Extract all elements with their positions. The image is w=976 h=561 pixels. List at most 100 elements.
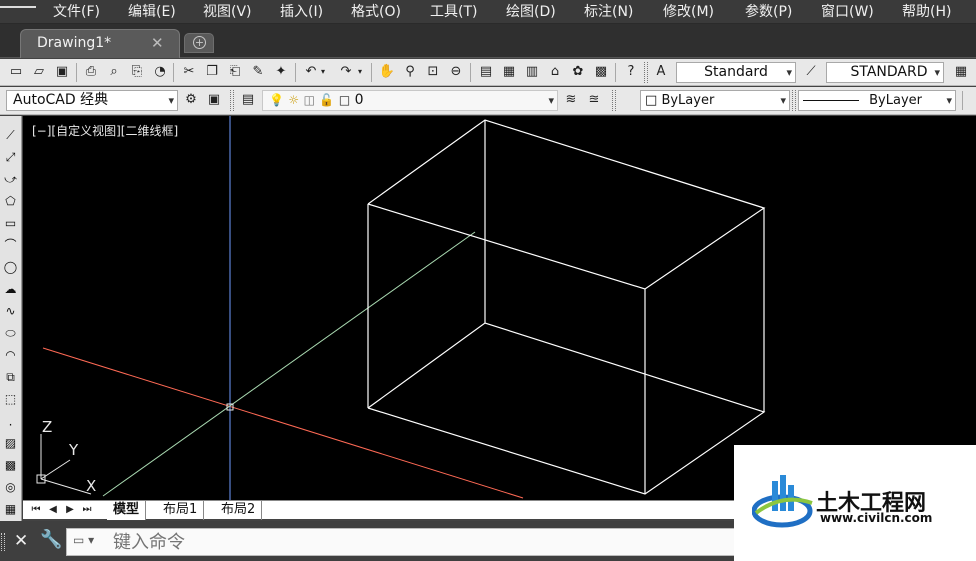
close-icon[interactable]: ✕: [151, 34, 164, 52]
toolbar-grip[interactable]: [612, 90, 616, 111]
color-select[interactable]: □ ByLayer ▾: [640, 90, 790, 111]
redo-dropdown-icon[interactable]: ▾: [355, 63, 365, 81]
menu-draw[interactable]: 绘图(D): [506, 3, 556, 21]
point-icon[interactable]: ·: [1, 416, 20, 435]
draw-toolbar: ⟋ ⤢ ⤻ ⬠ ▭ ⌒ ◯ ☁ ∿ ⬭ ◠ ⧉ ⬚ · ▨ ▩ ◎ ▦: [0, 116, 22, 521]
new-file-icon[interactable]: ▭: [7, 63, 25, 81]
lightbulb-icon[interactable]: 💡: [269, 93, 284, 107]
open-folder-icon[interactable]: ▱: [30, 63, 48, 81]
zoom-window-icon[interactable]: ⊡: [424, 63, 442, 81]
hatch-icon[interactable]: ▨: [1, 434, 20, 453]
ellipse-icon[interactable]: ⬭: [1, 324, 20, 343]
new-tab-button[interactable]: +: [184, 33, 214, 53]
workspace-settings-icon[interactable]: ▣: [205, 91, 223, 109]
menu-view[interactable]: 视图(V): [203, 3, 252, 21]
line-icon[interactable]: ⟋: [1, 126, 20, 145]
markup-icon[interactable]: ✿: [569, 63, 587, 81]
gradient-icon[interactable]: ▩: [1, 456, 20, 475]
properties-icon[interactable]: ▤: [477, 63, 495, 81]
toolbar-grip[interactable]: [230, 90, 234, 111]
plot-icon[interactable]: ⎙: [82, 63, 100, 81]
workspace-select[interactable]: AutoCAD 经典 ▾: [6, 90, 178, 111]
linetype-select[interactable]: ByLayer ▾: [798, 90, 956, 111]
sheet-set-icon[interactable]: ⌂: [546, 63, 564, 81]
undo-dropdown-icon[interactable]: ▾: [318, 63, 328, 81]
table-icon[interactable]: ▦: [1, 500, 20, 519]
lock-open-icon[interactable]: 🔓: [319, 93, 334, 107]
text-style-select[interactable]: Standard ▾: [676, 62, 796, 83]
menu-tools[interactable]: 工具(T): [430, 3, 477, 21]
menu-help[interactable]: 帮助(H): [902, 3, 951, 21]
arc-icon[interactable]: ⌒: [1, 236, 20, 255]
last-layout-icon[interactable]: ⏭: [80, 503, 94, 517]
menu-insert[interactable]: 插入(I): [280, 3, 323, 21]
command-prompt-icon[interactable]: ▭ ▾: [73, 533, 101, 551]
help-icon[interactable]: ?: [622, 63, 640, 81]
zoom-realtime-icon[interactable]: ⚲: [401, 63, 419, 81]
menu-parametric[interactable]: 参数(P): [745, 3, 792, 21]
tab-layout1[interactable]: 布局1: [157, 501, 205, 520]
menu-format[interactable]: 格式(O): [351, 3, 401, 21]
copy-icon[interactable]: ❐: [203, 63, 221, 81]
redo-icon[interactable]: ↷: [337, 63, 355, 81]
toolbar-grip[interactable]: [644, 62, 648, 83]
watermark: 土木工程网 www.civilcn.com: [734, 445, 976, 561]
dimension-style-icon[interactable]: ⟋: [802, 63, 820, 81]
save-icon[interactable]: ▣: [53, 63, 71, 81]
rectangle-icon[interactable]: ▭: [1, 214, 20, 233]
revision-cloud-icon[interactable]: ☁: [1, 280, 20, 299]
menu-edit[interactable]: 编辑(E): [128, 3, 176, 21]
toolbar-grip[interactable]: [792, 90, 796, 111]
3d-dwf-icon[interactable]: ◔: [151, 63, 169, 81]
menu-dimension[interactable]: 标注(N): [584, 3, 633, 21]
layer-select[interactable]: 💡 ☼ ◫ 🔓 □ 0 ▾: [262, 90, 558, 111]
sun-icon[interactable]: ☼: [288, 93, 299, 107]
text-style-icon[interactable]: A: [652, 63, 670, 81]
calculator-icon[interactable]: ▩: [592, 63, 610, 81]
construction-line-icon[interactable]: ⤢: [1, 148, 20, 167]
cut-icon[interactable]: ✂: [180, 63, 198, 81]
wrench-icon[interactable]: 🔧: [40, 529, 62, 550]
insert-block-icon[interactable]: ⧉: [1, 368, 20, 387]
drawing-viewport[interactable]: Z Y X [−][自定义视图][二维线框]: [23, 116, 976, 500]
circle-icon[interactable]: ◯: [1, 258, 20, 277]
menu-modify[interactable]: 修改(M): [663, 3, 714, 21]
layer-manager-icon[interactable]: ▤: [239, 91, 257, 109]
tab-drawing1[interactable]: Drawing1* ✕: [20, 29, 180, 58]
polygon-icon[interactable]: ⬠: [1, 192, 20, 211]
command-line: ▭ ▾: [66, 528, 766, 556]
block-editor-icon[interactable]: ✦: [272, 63, 290, 81]
layer-previous-icon[interactable]: ≊: [585, 91, 603, 109]
close-icon[interactable]: ✕: [14, 531, 28, 551]
dimension-style-select[interactable]: STANDARD ▾: [826, 62, 944, 83]
spline-icon[interactable]: ∿: [1, 302, 20, 321]
tab-layout2[interactable]: 布局2: [215, 501, 263, 520]
command-input[interactable]: [113, 531, 753, 553]
plot-preview-icon[interactable]: ⌕: [105, 63, 123, 81]
menu-file[interactable]: 文件(F): [53, 3, 100, 21]
ellipse-arc-icon[interactable]: ◠: [1, 346, 20, 365]
zoom-previous-icon[interactable]: ⊖: [447, 63, 465, 81]
region-icon[interactable]: ◎: [1, 478, 20, 497]
menu-window[interactable]: 窗口(W): [821, 3, 874, 21]
pan-icon[interactable]: ✋: [378, 63, 396, 81]
match-properties-icon[interactable]: ✎: [249, 63, 267, 81]
command-line-grip[interactable]: [1, 533, 5, 551]
first-layout-icon[interactable]: ⏮: [29, 503, 43, 517]
box-wireframe[interactable]: [367, 119, 766, 495]
polyline-icon[interactable]: ⤻: [1, 170, 20, 189]
viewport-freeze-icon[interactable]: ◫: [304, 93, 315, 107]
make-current-layer-icon[interactable]: ≋: [562, 91, 580, 109]
application-button[interactable]: [0, 0, 36, 8]
tab-model[interactable]: 模型: [107, 501, 147, 520]
viewport-controls-label[interactable]: [−][自定义视图][二维线框]: [32, 122, 178, 139]
design-center-icon[interactable]: ▦: [500, 63, 518, 81]
next-layout-icon[interactable]: ▶: [63, 503, 77, 517]
gear-icon[interactable]: ⚙: [182, 91, 200, 109]
make-block-icon[interactable]: ⬚: [1, 390, 20, 409]
paste-icon[interactable]: ⎗: [226, 63, 244, 81]
tool-palettes-icon[interactable]: ▥: [523, 63, 541, 81]
publish-icon[interactable]: ⎘: [128, 63, 146, 81]
previous-layout-icon[interactable]: ◀: [46, 503, 60, 517]
table-style-icon[interactable]: ▦: [952, 63, 970, 81]
